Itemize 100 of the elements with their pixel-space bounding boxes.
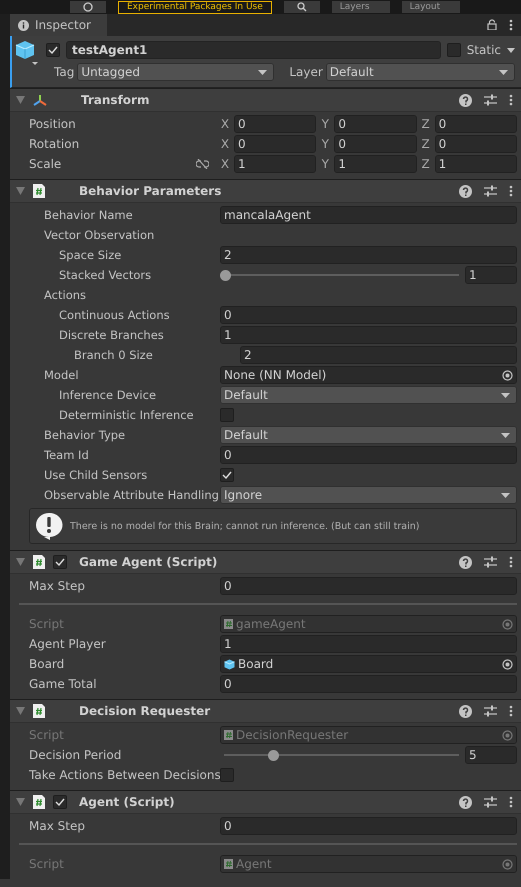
layer-label: Layer	[289, 65, 323, 79]
enabled-checkbox[interactable]	[53, 795, 67, 809]
history-button[interactable]	[70, 1, 106, 13]
sliders-icon[interactable]	[484, 705, 497, 717]
foldout-icon[interactable]	[16, 96, 25, 104]
target-icon[interactable]	[502, 370, 513, 380]
more-icon[interactable]	[509, 705, 513, 717]
input-field[interactable]: 0	[334, 115, 417, 133]
caret-icon	[501, 432, 510, 438]
help-icon[interactable]	[459, 796, 472, 808]
input-field[interactable]: 0	[220, 446, 517, 464]
caret-icon[interactable]	[507, 48, 515, 52]
inspector-tab[interactable]: Inspector	[10, 14, 107, 36]
object-name: Board	[238, 657, 274, 671]
packages-button[interactable]: Experimental Packages In Use	[118, 0, 272, 14]
sliders-icon[interactable]	[484, 94, 497, 106]
field-label: Game Total	[29, 677, 98, 691]
input-field[interactable]: 0	[220, 675, 517, 693]
active-checkbox[interactable]	[46, 43, 60, 57]
layers-dropdown[interactable]: Layers	[332, 1, 390, 13]
component-header[interactable]: Decision Requester	[10, 699, 521, 723]
input-field[interactable]: 1	[334, 155, 417, 173]
cube-icon[interactable]	[14, 39, 40, 67]
input-field[interactable]: 0	[334, 135, 417, 153]
broken-link-icon[interactable]	[196, 159, 209, 169]
name-field[interactable]: testAgent1	[66, 41, 441, 59]
field-label: Deterministic Inference	[58, 408, 195, 422]
caret-icon	[258, 70, 268, 74]
tag-label: Tag	[54, 65, 74, 79]
help-icon[interactable]	[459, 184, 472, 198]
checkbox[interactable]	[220, 408, 234, 422]
tag-dropdown[interactable]: Untagged	[77, 63, 274, 81]
static-label: Static	[466, 43, 501, 57]
input-field[interactable]: 1	[234, 155, 316, 173]
object-field[interactable]: Board	[220, 655, 517, 673]
input-field[interactable]: mancalaAgent	[220, 206, 517, 224]
script-icon	[224, 730, 233, 740]
foldout-icon[interactable]	[16, 558, 25, 566]
input-field[interactable]: 0	[220, 577, 517, 595]
script-icon	[33, 184, 45, 198]
checkbox[interactable]	[220, 468, 234, 482]
component-header[interactable]: Game Agent (Script)	[10, 550, 521, 574]
input-field[interactable]: 1	[434, 155, 517, 173]
help-icon[interactable]	[459, 704, 472, 718]
search-button[interactable]	[284, 1, 320, 13]
input-field[interactable]: 0	[234, 115, 316, 133]
input-field[interactable]: 2	[240, 346, 517, 364]
more-icon[interactable]	[509, 185, 513, 197]
foldout-icon[interactable]	[16, 187, 25, 195]
help-icon[interactable]	[459, 556, 472, 568]
field-label: Decision Period	[29, 748, 122, 762]
field-label: Branch 0 Size	[73, 348, 154, 362]
static-checkbox[interactable]	[446, 43, 461, 57]
axis-label: Y	[320, 157, 330, 171]
input-field[interactable]: 0	[220, 306, 517, 324]
slider-thumb[interactable]	[268, 750, 279, 761]
input-field[interactable]: 1	[220, 326, 517, 344]
dropdown[interactable]: Ignore	[220, 486, 517, 504]
foldout-icon[interactable]	[16, 798, 25, 806]
input-field[interactable]: 1	[465, 266, 517, 284]
search-icon	[296, 2, 308, 12]
component-title: Transform	[81, 93, 150, 107]
field-label: Position	[29, 117, 77, 131]
dropdown[interactable]: Default	[220, 386, 517, 404]
foldout-icon[interactable]	[16, 707, 25, 715]
caret-icon	[501, 392, 510, 398]
target-icon[interactable]	[502, 658, 513, 670]
slider-thumb[interactable]	[220, 270, 231, 281]
input-field[interactable]: 1	[220, 635, 517, 653]
object-field[interactable]: None (NN Model)	[220, 366, 517, 384]
component-header[interactable]: Transform	[10, 88, 521, 112]
sliders-icon[interactable]	[484, 556, 497, 568]
script-icon	[33, 795, 45, 809]
dropdown[interactable]: Default	[220, 426, 517, 444]
component-title: Behavior Parameters	[79, 184, 222, 198]
input-field[interactable]: 5	[465, 746, 517, 764]
more-icon[interactable]	[509, 556, 513, 568]
input-field[interactable]: 0	[434, 135, 517, 153]
checkbox[interactable]	[220, 768, 234, 782]
layer-dropdown[interactable]: Default	[326, 63, 515, 81]
component-header[interactable]: Behavior Parameters	[10, 179, 521, 203]
help-icon[interactable]	[459, 94, 472, 106]
input-field[interactable]: 0	[434, 115, 517, 133]
component-header[interactable]: Agent (Script)	[10, 790, 521, 814]
caret-icon	[501, 492, 510, 498]
sliders-icon[interactable]	[484, 185, 497, 197]
input-field[interactable]: 0	[234, 135, 316, 153]
more-icon[interactable]	[509, 94, 513, 106]
more-icon[interactable]	[509, 19, 513, 31]
more-icon[interactable]	[509, 796, 513, 808]
field-label: Space Size	[58, 248, 122, 262]
enabled-checkbox[interactable]	[53, 555, 67, 569]
input-field[interactable]: 2	[220, 246, 517, 264]
field-label: Max Step	[29, 579, 86, 593]
lock-icon[interactable]	[487, 19, 497, 30]
input-field[interactable]: 0	[220, 817, 517, 835]
layout-dropdown[interactable]: Layout	[402, 1, 460, 13]
sliders-icon[interactable]	[484, 796, 497, 808]
axis-label: X	[220, 137, 230, 151]
field-label: Team Id	[44, 448, 90, 462]
